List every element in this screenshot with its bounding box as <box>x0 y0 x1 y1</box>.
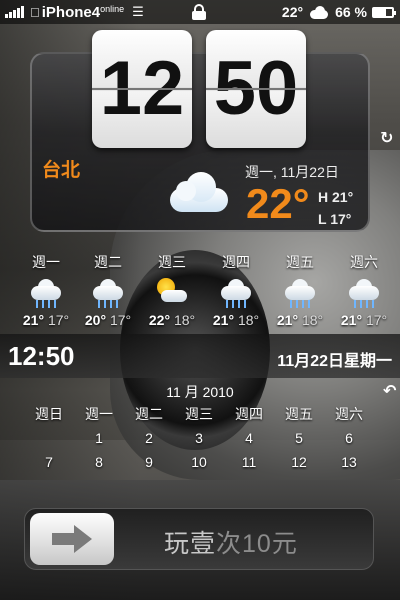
battery-fill <box>374 8 386 16</box>
sun-cloud-icon <box>155 278 189 308</box>
forecast-low: 17° <box>365 312 388 328</box>
cloud-icon <box>308 5 330 19</box>
calendar-day[interactable]: 3 <box>174 426 224 450</box>
calendar-day[interactable]: 2 <box>124 426 174 450</box>
back-arrow-icon[interactable]: ↶ <box>383 381 396 401</box>
rain-cloud-icon <box>29 278 63 308</box>
battery-icon <box>372 6 396 18</box>
weather-date: 週一, 11月22日 <box>245 164 339 180</box>
rain-cloud-icon <box>347 278 381 308</box>
flip-clock-hour: 12 <box>92 30 192 148</box>
forecast-day: 週三 22° 18° <box>142 252 202 328</box>
weekday-label: 週六 <box>335 406 363 422</box>
forecast-day-name: 週三 <box>158 254 186 270</box>
calendar-day[interactable]: 1 <box>74 426 124 450</box>
forecast-day-name: 週二 <box>94 254 122 270</box>
status-right: 22° 66 % <box>281 0 396 24</box>
forecast-day: 週四 21° 18° <box>206 252 266 328</box>
calendar-day[interactable]: 13 <box>324 450 374 474</box>
forecast-low: 18° <box>301 312 324 328</box>
weekday-label: 週三 <box>185 406 213 422</box>
forecast-low: 17° <box>47 312 70 328</box>
unlock-text-main: 玩壹 <box>164 530 217 558</box>
forecast-high: 22° <box>148 312 171 328</box>
calendar-weekday-row: 週日 週一 週二 週三 週四 週五 週六 <box>24 402 376 426</box>
forecast-day: 週二 20° 17° <box>78 252 138 328</box>
calendar-week-row: 1 2 3 4 5 6 <box>24 426 376 450</box>
current-temperature: 22° <box>246 180 310 227</box>
rain-cloud-icon <box>219 278 253 308</box>
calendar-day[interactable]: 9 <box>124 450 174 474</box>
forecast-day-name: 週四 <box>222 254 250 270</box>
calendar-day[interactable]: 5 <box>274 426 324 450</box>
city-name[interactable]: 台北 <box>42 155 80 182</box>
status-temperature: 22° <box>281 4 304 20</box>
forecast-day-name: 週五 <box>286 254 314 270</box>
forecast-high: 21° <box>212 312 235 328</box>
calendar-day[interactable]: 7 <box>24 450 74 474</box>
forecast-day: 週五 21° 18° <box>270 252 330 328</box>
rain-cloud-icon <box>283 278 317 308</box>
low-temperature: L 17° <box>318 211 352 227</box>
battery-percent: 66 % <box>335 4 367 20</box>
high-temperature: H 21° <box>318 189 354 205</box>
weekday-label: 週二 <box>135 406 163 422</box>
forecast-low: 18° <box>173 312 196 328</box>
unlock-text-dim: 次10元 <box>216 530 298 558</box>
wifi-icon: ☰ <box>122 4 144 19</box>
forecast-low: 17° <box>109 312 132 328</box>
calendar-day[interactable]: 6 <box>324 426 374 450</box>
arrow-right-icon <box>52 525 92 553</box>
forecast-high: 20° <box>84 312 107 328</box>
flip-clock-minute: 50 <box>206 30 306 148</box>
calendar-day[interactable]: 8 <box>74 450 124 474</box>
calendar-grid: 週日 週一 週二 週三 週四 週五 週六 1 2 3 4 5 6 7 8 9 1… <box>24 402 376 474</box>
calendar-day[interactable]: 11 <box>224 450 274 474</box>
date-bar-time: 12:50 <box>8 341 75 371</box>
calendar-title: 11 月 2010 <box>166 384 234 400</box>
cloud-icon <box>170 172 230 212</box>
calendar-day[interactable]: 12 <box>274 450 324 474</box>
forecast-day-name: 週六 <box>350 254 378 270</box>
date-bar-date: 11月22日星期一 <box>277 353 392 370</box>
unlock-slider-knob[interactable] <box>30 513 114 565</box>
calendar-week-row: 7 8 9 10 11 12 13 <box>24 450 376 474</box>
forecast-low: 18° <box>237 312 260 328</box>
apple-icon:  <box>30 5 40 20</box>
forecast-day: 週一 21° 17° <box>16 252 76 328</box>
forecast-day-name: 週一 <box>32 254 60 270</box>
forecast-day: 週六 21° 17° <box>334 252 394 328</box>
forecast-high: 21° <box>340 312 363 328</box>
weekday-label: 週日 <box>35 406 63 422</box>
carrier-superscript: online <box>90 3 124 14</box>
weekday-label: 週五 <box>285 406 313 422</box>
weekday-label: 週四 <box>235 406 263 422</box>
status-bar:  iPhone4online ☰ 22° 66 % <box>0 0 400 24</box>
calendar-day[interactable]: 10 <box>174 450 224 474</box>
refresh-icon[interactable]: ↻ <box>380 128 393 148</box>
carrier-name: iPhone4online <box>42 4 124 21</box>
signal-icon <box>5 6 24 18</box>
calendar-day[interactable]: 4 <box>224 426 274 450</box>
rain-cloud-icon <box>91 278 125 308</box>
high-low-temperature: H 21° L 17° <box>318 186 353 230</box>
unlock-slider-label: 玩壹次10元 <box>164 524 298 560</box>
forecast-strip: 週一 21° 17° 週二 20° 17° 週三 22° 18° 週四 21° … <box>14 252 400 332</box>
weekday-label: 週一 <box>85 406 113 422</box>
date-bar: 12:50 11月22日星期一 <box>0 334 400 378</box>
forecast-high: 21° <box>22 312 45 328</box>
lock-icon <box>192 4 206 20</box>
forecast-high: 21° <box>276 312 299 328</box>
